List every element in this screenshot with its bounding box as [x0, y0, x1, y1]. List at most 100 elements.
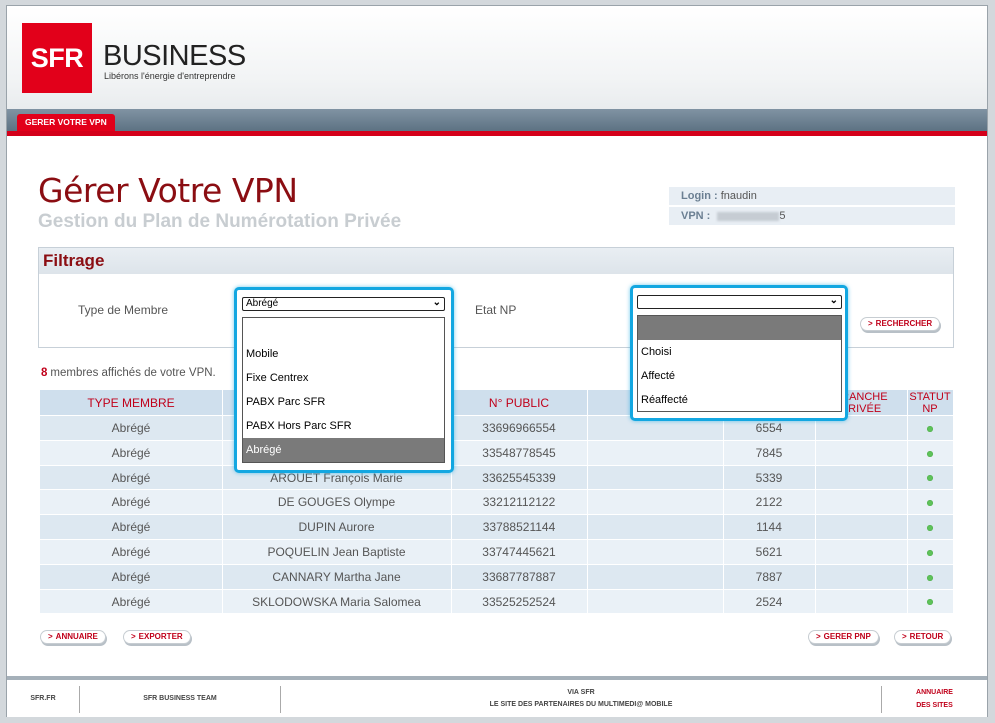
- cell-numero-public: 33687787887: [482, 569, 556, 584]
- rechercher-button[interactable]: > RECHERCHER: [860, 317, 941, 331]
- vpn-label: VPN :: [681, 210, 711, 222]
- cell-name: SKLODOWSKA Maria Salomea: [252, 594, 421, 609]
- filter-title: Filtrage: [39, 248, 953, 274]
- cell-type-membre: Abrégé: [111, 470, 151, 485]
- page-subtitle: Gestion du Plan de Numérotation Privée: [38, 211, 402, 232]
- cell-statut-np: [907, 540, 953, 564]
- table-body: Abrégé 33696966554 6554 Abrégé 33548778545 78…: [40, 415, 953, 614]
- dropdown-option[interactable]: Réaffecté: [638, 388, 841, 412]
- brand-name: BUSINESS: [103, 40, 246, 72]
- cell-numero-public: 33625545339: [482, 470, 556, 485]
- table-row[interactable]: Abrégé POQUELIN Jean Baptiste 33747445621 5…: [40, 538, 953, 564]
- chevron-down-icon: ⌄: [432, 297, 441, 308]
- cell-numero-public: 33212112122: [482, 495, 556, 510]
- login-value: fnaudin: [720, 190, 757, 202]
- login-info: Login : fnaudin: [669, 187, 955, 205]
- status-dot-icon: [927, 425, 933, 432]
- vpn-info: VPN : 5: [669, 207, 955, 225]
- footer-annuaire-line1: ANNUAIRE: [916, 688, 953, 696]
- status-dot-icon: [927, 475, 933, 482]
- brand-tagline: Libérons l'énergie d'entreprendre: [104, 71, 236, 81]
- cell-type-membre: Abrégé: [111, 544, 151, 559]
- etat-np-label: Etat NP: [475, 303, 517, 317]
- status-dot-icon: [927, 450, 933, 457]
- cell-name: DUPIN Aurore: [298, 520, 375, 535]
- table-row[interactable]: Abrégé DE GOUGES Olympe 33212112122 2122: [40, 489, 953, 515]
- status-dot-icon: [927, 574, 933, 581]
- cell-numero-public: 33548778545: [482, 445, 556, 460]
- annuaire-label: ANNUAIRE: [55, 632, 98, 641]
- tab-gerer-vpn[interactable]: GERER VOTRE VPN: [17, 114, 115, 131]
- table-row[interactable]: Abrégé SKLODOWSKA Maria Salomea 3352525252…: [40, 588, 953, 614]
- header-divider: [7, 131, 987, 136]
- col-statut-np[interactable]: STATUT NP: [907, 390, 953, 415]
- dropdown-option[interactable]: Abrégé: [243, 438, 444, 462]
- header: SFR BUSINESS Libérons l'énergie d'entrep…: [7, 6, 987, 109]
- table-row[interactable]: Abrégé 33548778545 7845: [40, 439, 953, 465]
- dropdown-option[interactable]: PABX Parc SFR: [243, 390, 444, 414]
- footer-via-sfr-link[interactable]: VIA SFR LE SITE DES PARTENAIRES DU MULTI…: [281, 680, 881, 717]
- cell-numero-court: 2122: [755, 495, 783, 510]
- col-divider: [815, 390, 816, 614]
- dropdown-option[interactable]: Affecté: [638, 364, 841, 388]
- cell-numero-court: 1144: [756, 520, 782, 535]
- dropdown-option[interactable]: Choisi: [638, 340, 841, 364]
- rechercher-label: RECHERCHER: [875, 319, 933, 328]
- etat-np-options: Choisi Affecté Réaffecté: [637, 315, 842, 412]
- dropdown-option[interactable]: PABX Hors Parc SFR: [243, 414, 444, 438]
- type-membre-dropdown: Abrégé ⌄ Mobile Fixe Centrex PABX Parc SFR…: [234, 287, 454, 473]
- cell-numero-public: 33696966554: [482, 421, 556, 435]
- dropdown-option[interactable]: Fixe Centrex: [243, 366, 444, 390]
- footer-via-line2: LE SITE DES PARTENAIRES DU MULTIMEDI@ MO…: [489, 700, 673, 708]
- col-divider: [222, 390, 223, 614]
- cell-numero-court: 5339: [755, 470, 783, 485]
- footer-sfr-link[interactable]: SFR.FR: [7, 680, 79, 717]
- footer-annuaire-link[interactable]: ANNUAIRE DES SITES: [882, 680, 987, 717]
- dropdown-option[interactable]: [638, 316, 841, 340]
- tab-bar: GERER VOTRE VPN: [7, 109, 987, 131]
- dropdown-option[interactable]: [243, 318, 444, 342]
- table-row[interactable]: Abrégé CANNARY Martha Jane 33687787887 7887: [40, 563, 953, 589]
- type-membre-select[interactable]: Abrégé ⌄: [242, 297, 445, 311]
- status-dot-icon: [927, 549, 933, 556]
- annuaire-button[interactable]: > ANNUAIRE: [40, 630, 106, 644]
- cell-numero-court: 5621: [755, 544, 783, 559]
- cell-statut-np: [907, 565, 953, 589]
- page-title: Gérer Votre VPN: [38, 171, 298, 210]
- cell-type-membre: Abrégé: [111, 421, 151, 435]
- etat-np-select[interactable]: ⌄: [637, 295, 842, 309]
- vpn-value-tail: 5: [779, 210, 786, 222]
- table-row[interactable]: Abrégé AROUET François Marie 33625545339 53…: [40, 464, 953, 490]
- cell-type-membre: Abrégé: [111, 569, 151, 584]
- col-divider: [587, 390, 588, 614]
- cell-statut-np: [907, 441, 953, 465]
- exporter-label: EXPORTER: [138, 632, 183, 641]
- footer-team-link[interactable]: SFR BUSINESS TEAM: [80, 680, 280, 717]
- col-numero-public[interactable]: N° PUBLIC: [451, 390, 587, 415]
- cell-type-membre: Abrégé: [111, 495, 151, 510]
- cell-type-membre: Abrégé: [111, 445, 151, 460]
- cell-numero-public: 33747445621: [482, 544, 556, 559]
- login-label: Login :: [681, 190, 718, 202]
- status-dot-icon: [927, 599, 933, 606]
- cell-statut-np: [907, 515, 953, 539]
- col-divider: [723, 390, 724, 614]
- dropdown-option[interactable]: Mobile: [243, 342, 444, 366]
- cell-numero-court: 7887: [755, 569, 783, 584]
- vpn-redacted: [717, 211, 780, 221]
- results-text: membres affichés de votre VPN.: [50, 367, 216, 379]
- cell-name: CANNARY Martha Jane: [272, 569, 401, 584]
- etat-np-dropdown: ⌄ Choisi Affecté Réaffecté: [630, 285, 848, 421]
- footer-annuaire-line2: DES SITES: [916, 701, 953, 709]
- table-row[interactable]: Abrégé DUPIN Aurore 33788521144 1144: [40, 514, 953, 539]
- cell-numero-court: 7845: [755, 445, 783, 460]
- cell-type-membre: Abrégé: [111, 594, 151, 609]
- col-statut-line1: STATUT: [909, 391, 951, 403]
- cell-numero-court: 2524: [755, 594, 783, 609]
- exporter-button[interactable]: > EXPORTER: [123, 630, 191, 644]
- retour-button[interactable]: > RETOUR: [894, 630, 952, 644]
- cell-statut-np: [907, 490, 953, 514]
- col-type-membre[interactable]: TYPE MEMBRE: [40, 390, 222, 415]
- sfr-logo[interactable]: SFR: [22, 23, 92, 93]
- gerer-pnp-button[interactable]: > GERER PNP: [808, 630, 879, 644]
